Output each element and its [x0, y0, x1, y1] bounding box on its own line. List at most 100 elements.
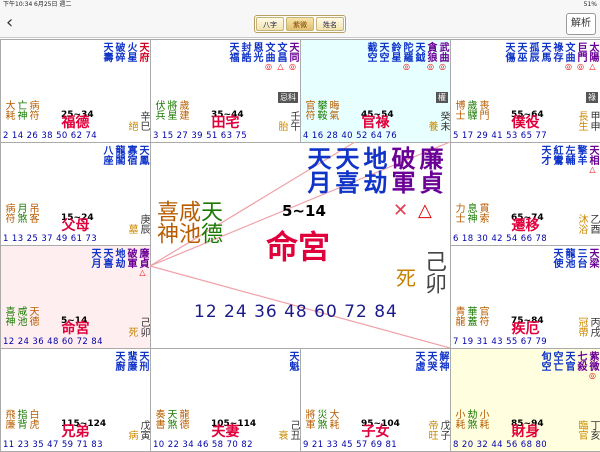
star-name: 天相	[587, 145, 598, 165]
star-list: 解神 天哭 天虛	[413, 351, 448, 380]
star-name: 天空	[377, 42, 388, 62]
analyze-button[interactable]: 解析	[566, 13, 596, 35]
center-minor-star: 喜神	[153, 200, 178, 244]
year-list: 1 13 25 37 49 61 73	[3, 234, 98, 244]
star-name: 恩光	[251, 42, 262, 62]
main-star: 文曲 ◎	[563, 42, 574, 71]
main-star: 孤辰	[527, 42, 538, 71]
chart-type-selector: 八字 紫微 姓名	[254, 15, 346, 33]
palace-cell-c10[interactable]: 解神 天哭 天虛 將軍 災煞 大耗 95~104 子女 戊子 帝旺 9 21 33 45 57 69…	[300, 348, 451, 452]
palace-cell-c1[interactable]: 天同 ◎ 文昌 △ 文曲 ◎ 恩光 封誥 天福 忌科 伏兵 將星 歲建 35~44 田宅 壬午胎 3 15 27…	[150, 39, 301, 143]
main-star: 三台	[575, 248, 586, 277]
stem-branch: 甲申	[588, 111, 599, 131]
main-star: 寡宿	[125, 145, 136, 174]
year-list: 7 19 31 43 55 67 79	[453, 337, 548, 347]
star-name: 天使	[551, 248, 562, 268]
stem-branch: 丁亥	[588, 420, 599, 440]
main-star: 天魁	[287, 351, 298, 380]
main-star: 紫微 ◎	[587, 351, 598, 380]
star-name: 寡宿	[125, 145, 136, 165]
main-star: 紅鸞	[551, 145, 562, 174]
year-list: 12 24 36 48 60 72 84	[3, 337, 103, 347]
main-star: 太陽 △	[587, 42, 598, 71]
tab-ziwei[interactable]: 紫微	[286, 17, 314, 31]
palace-cell-c11[interactable]: 紫微 ◎ 七殺 天官 空亡 旬空 小耗 劫煞 小耗 85~94 財身 丁亥 臨官 8 20 32 44 5…	[450, 348, 600, 452]
star-name: 天鳳	[137, 145, 148, 165]
main-star: 天刑	[137, 351, 148, 380]
star-list: 太陽 △ 巨門 ◎ 文曲 ◎ 祿存 天馬 孤辰 天巫 天傷	[503, 42, 598, 71]
main-star: 文曲 ◎	[263, 42, 274, 71]
main-star: 天巫	[515, 42, 526, 71]
star-name: 天巫	[515, 42, 526, 62]
back-chevron-icon[interactable]: ‹	[6, 12, 13, 34]
status-date: 6月25日 週二	[34, 1, 72, 8]
star-name: 天哭	[425, 351, 436, 371]
star-name: 天喜	[101, 248, 112, 268]
main-star: 七殺	[575, 351, 586, 380]
transform-badge: 祿	[586, 92, 598, 103]
center-minor-star: 天德	[197, 200, 222, 244]
star-name: 天馬	[539, 42, 550, 62]
main-star: 武曲 ◎	[437, 42, 448, 71]
brightness-mark: ◎	[289, 62, 296, 71]
main-star: 龍池	[563, 248, 574, 277]
main-star: 地劫	[113, 248, 124, 277]
star-name: 天魁	[287, 351, 298, 371]
center-stem-branch: 己卯	[421, 250, 446, 294]
main-star: 天同 ◎	[287, 42, 298, 71]
star-list: 武曲 ◎ 貪狼 ◎ 天鉞 陀羅 ◎ 鈴星 天空 截空	[365, 42, 448, 71]
star-name: 左輔	[563, 145, 574, 165]
stem-branch: 戊寅	[138, 420, 149, 440]
main-star: 天官	[563, 351, 574, 380]
star-name: 天才	[539, 145, 550, 165]
brightness-mark: ◎	[589, 371, 596, 380]
star-name: 天月	[89, 248, 100, 268]
center-mark-x: ✕	[393, 200, 409, 221]
center-star: 天喜	[331, 146, 359, 194]
star-name: 天官	[563, 351, 574, 371]
star-name: 紅鸞	[551, 145, 562, 165]
palace-cell-c2[interactable]: 武曲 ◎ 貪狼 ◎ 天鉞 陀羅 ◎ 鈴星 天空 截空權官符 攀鞍 晦氣 45~54 官祿 癸未養 4 16 2…	[300, 39, 451, 143]
battery-level: 51%	[583, 1, 597, 8]
main-star: 天壽	[101, 42, 112, 71]
star-name: 孤辰	[527, 42, 538, 62]
changsheng-stage: 絕	[126, 121, 137, 131]
main-star: 破碎	[113, 42, 124, 71]
main-star: 火星	[125, 42, 136, 71]
main-star: 天福	[227, 42, 238, 71]
star-name: 天虛	[413, 351, 424, 371]
star-name: 祿存	[551, 42, 562, 62]
star-name: 三台	[575, 248, 586, 268]
main-star: 天才	[539, 145, 550, 174]
main-star: 截空	[365, 42, 376, 71]
main-star: 龍閣	[113, 145, 124, 174]
changsheng-stage: 帝旺	[426, 420, 437, 440]
star-name: 八座	[101, 145, 112, 165]
main-star: 恩光	[251, 42, 262, 71]
palace-cell-c4[interactable]: 天鳳 寡宿 龍閣 八座 病符 月煞 吊客 15~24 父母 庚辰墓 1 13 25 37 49 61…	[0, 142, 151, 246]
main-star: 巨門 ◎	[575, 42, 586, 71]
palace-cell-c7[interactable]: 天梁 三台 龍池 天使 青龍 華蓋 官符 75~84 疾厄 丙戌 冠帶 7 19 31 43 55 6…	[450, 245, 600, 349]
star-name: 鈴星	[389, 42, 400, 62]
palace-cell-c6[interactable]: 廉貞 △ 破軍 地劫 天喜 天月 喜神 咸池 天德 5~14 命宮 己卯死 12 24 36 48 60…	[0, 245, 151, 349]
palace-cell-c5[interactable]: 天相 △ 擎羊 左輔 紅鸞 天才 力士 息神 貫索 65~74 遷移 乙酉 沐浴 6 18 30 42 5…	[450, 142, 600, 246]
palace-cell-c0[interactable]: 天府 火星 破碎 天壽 大耗 亡神 病符 25~34 福德 辛巳絕 2 14 26 38 50 62…	[0, 39, 151, 143]
star-name: 蜚廉	[125, 351, 136, 371]
palace-cell-c8[interactable]: 天刑 蜚廉 天廚 飛廉 指背 白虎 115~124 兄弟 戊寅病 11 23 35 47 59 7…	[0, 348, 151, 452]
palace-cell-c3[interactable]: 太陽 △ 巨門 ◎ 文曲 ◎ 祿存 天馬 孤辰 天巫 天傷祿博士 歲驛 喪門 55~64 僕役 甲申 長生 5 1…	[450, 39, 600, 143]
star-name: 文昌	[275, 42, 286, 62]
changsheng-stage: 沐浴	[576, 214, 587, 234]
main-star: 解神	[437, 351, 448, 380]
star-name: 封誥	[239, 42, 250, 62]
tab-name[interactable]: 姓名	[316, 17, 344, 31]
main-star: 旬空	[539, 351, 550, 380]
brightness-mark: ◎	[403, 62, 410, 71]
palace-cell-c9[interactable]: 天魁 奏書 天煞 龍德 105~114 夫妻 己丑衰 10 22 34 46 58 70 82	[150, 348, 301, 452]
center-star: 地劫	[359, 146, 387, 194]
center-star: 破軍	[387, 146, 415, 194]
star-name: 天壽	[101, 42, 112, 62]
changsheng-stage: 長生	[576, 111, 587, 131]
star-name: 龍閣	[113, 145, 124, 165]
tab-bazi[interactable]: 八字	[256, 17, 284, 31]
star-name: 擎羊	[575, 145, 586, 165]
